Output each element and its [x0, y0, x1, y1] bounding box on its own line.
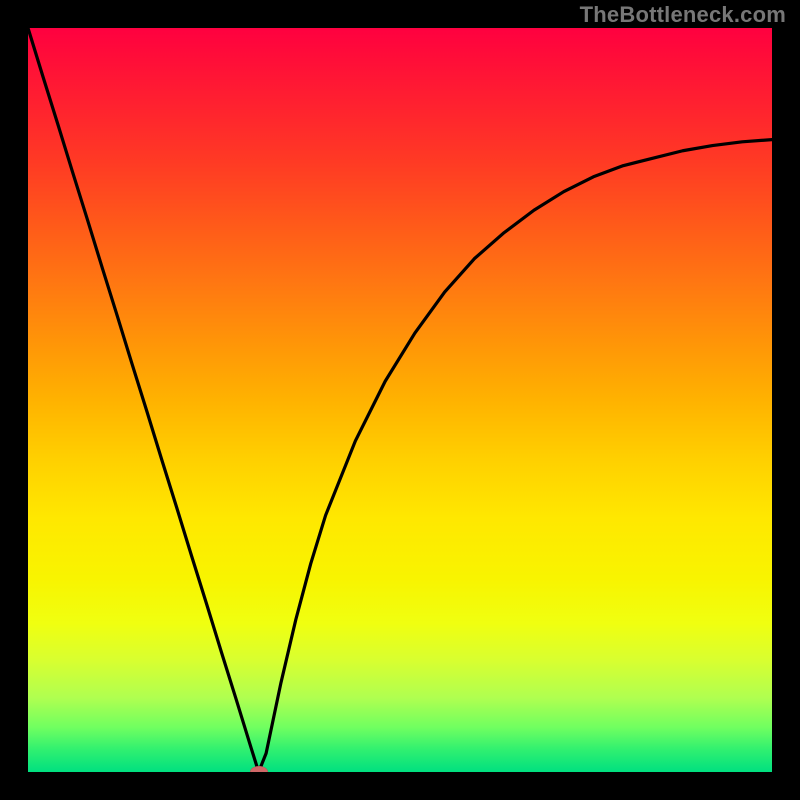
minimum-marker [250, 766, 268, 772]
chart-frame: TheBottleneck.com [0, 0, 800, 800]
plot-area [28, 28, 772, 772]
curve-svg [28, 28, 772, 772]
bottleneck-curve [28, 28, 772, 772]
watermark-text: TheBottleneck.com [580, 2, 786, 28]
